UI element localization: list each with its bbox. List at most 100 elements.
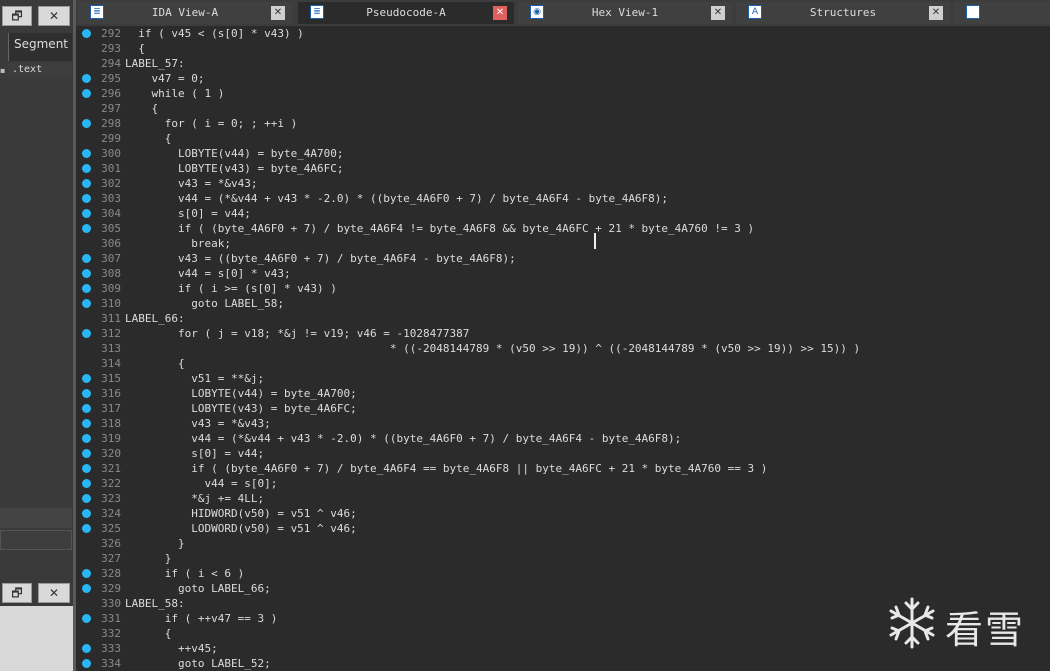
- breakpoint-dot-icon[interactable]: [82, 89, 91, 98]
- breakpoint-dot-icon[interactable]: [82, 119, 91, 128]
- breakpoint-dot-icon[interactable]: [82, 224, 91, 233]
- code-line[interactable]: 307 v43 = ((byte_4A6F0 + 7) / byte_4A6F4…: [76, 251, 1050, 266]
- code-text[interactable]: goto LABEL_66;: [125, 581, 271, 596]
- tab-overflow[interactable]: [954, 2, 1050, 24]
- breakpoint-dot-icon[interactable]: [82, 434, 91, 443]
- code-line[interactable]: 334 goto LABEL_52;: [76, 656, 1050, 671]
- code-text[interactable]: * ((-2048144789 * (v50 >> 19)) ^ ((-2048…: [125, 341, 860, 356]
- code-line[interactable]: 314 {: [76, 356, 1050, 371]
- code-text[interactable]: v43 = ((byte_4A6F0 + 7) / byte_4A6F4 - b…: [125, 251, 516, 266]
- breakpoint-dot-icon[interactable]: [82, 494, 91, 503]
- code-line[interactable]: 304 s[0] = v44;: [76, 206, 1050, 221]
- code-text[interactable]: v43 = *&v43;: [125, 416, 270, 431]
- code-line[interactable]: 296 while ( 1 ): [76, 86, 1050, 101]
- breakpoint-dot-icon[interactable]: [82, 329, 91, 338]
- code-line[interactable]: 313 * ((-2048144789 * (v50 >> 19)) ^ ((-…: [76, 341, 1050, 356]
- breakpoint-dot-icon[interactable]: [82, 479, 91, 488]
- code-line[interactable]: 328 if ( i < 6 ): [76, 566, 1050, 581]
- code-text[interactable]: LOBYTE(v43) = byte_4A6FC;: [125, 161, 344, 176]
- code-text[interactable]: while ( 1 ): [125, 86, 224, 101]
- close-icon[interactable]: ✕: [929, 6, 943, 20]
- code-text[interactable]: if ( (byte_4A6F0 + 7) / byte_4A6F4 != by…: [125, 221, 754, 236]
- code-line[interactable]: 327 }: [76, 551, 1050, 566]
- code-line[interactable]: 324 HIDWORD(v50) = v51 ^ v46;: [76, 506, 1050, 521]
- breakpoint-dot-icon[interactable]: [82, 404, 91, 413]
- code-line[interactable]: 293 {: [76, 41, 1050, 56]
- code-line[interactable]: 319 v44 = (*&v44 + v43 * -2.0) * ((byte_…: [76, 431, 1050, 446]
- code-text[interactable]: LODWORD(v50) = v51 ^ v46;: [125, 521, 357, 536]
- breakpoint-dot-icon[interactable]: [82, 194, 91, 203]
- close-window-button[interactable]: ✕: [38, 6, 70, 26]
- code-text[interactable]: LABEL_57:: [125, 56, 185, 71]
- code-text[interactable]: }: [125, 551, 172, 566]
- code-line[interactable]: 309 if ( i >= (s[0] * v43) ): [76, 281, 1050, 296]
- panel-field[interactable]: [0, 530, 72, 550]
- code-text[interactable]: {: [125, 626, 172, 641]
- code-line[interactable]: 318 v43 = *&v43;: [76, 416, 1050, 431]
- code-text[interactable]: v44 = (*&v44 + v43 * -2.0) * ((byte_4A6F…: [125, 191, 668, 206]
- close-icon[interactable]: ✕: [493, 6, 507, 20]
- code-text[interactable]: if ( i >= (s[0] * v43) ): [125, 281, 337, 296]
- close-window-button-2[interactable]: ✕: [38, 583, 70, 603]
- breakpoint-dot-icon[interactable]: [82, 254, 91, 263]
- breakpoint-dot-icon[interactable]: [82, 284, 91, 293]
- restore-window-button-2[interactable]: 🗗: [2, 583, 32, 603]
- code-text[interactable]: {: [125, 356, 185, 371]
- code-line[interactable]: 305 if ( (byte_4A6F0 + 7) / byte_4A6F4 !…: [76, 221, 1050, 236]
- code-line[interactable]: 320 s[0] = v44;: [76, 446, 1050, 461]
- code-text[interactable]: LOBYTE(v44) = byte_4A700;: [125, 146, 344, 161]
- tab-ida-view-a[interactable]: ≣ IDA View-A ✕: [78, 2, 292, 24]
- breakpoint-dot-icon[interactable]: [82, 179, 91, 188]
- code-text[interactable]: v47 = 0;: [125, 71, 204, 86]
- code-text[interactable]: v44 = s[0];: [125, 476, 277, 491]
- code-line[interactable]: 311 LABEL_66:: [76, 311, 1050, 326]
- breakpoint-dot-icon[interactable]: [82, 209, 91, 218]
- breakpoint-dot-icon[interactable]: [82, 659, 91, 668]
- code-text[interactable]: LOBYTE(v43) = byte_4A6FC;: [125, 401, 357, 416]
- breakpoint-dot-icon[interactable]: [82, 74, 91, 83]
- breakpoint-dot-icon[interactable]: [82, 389, 91, 398]
- breakpoint-dot-icon[interactable]: [82, 449, 91, 458]
- code-text[interactable]: v51 = **&j;: [125, 371, 264, 386]
- breakpoint-dot-icon[interactable]: [82, 419, 91, 428]
- tab-hex-view-1[interactable]: ◉ Hex View-1 ✕: [518, 2, 732, 24]
- code-text[interactable]: break;: [125, 236, 231, 251]
- code-line[interactable]: 308 v44 = s[0] * v43;: [76, 266, 1050, 281]
- code-text[interactable]: goto LABEL_52;: [125, 656, 271, 671]
- tab-structures[interactable]: A Structures ✕: [736, 2, 950, 24]
- code-line[interactable]: 316 LOBYTE(v44) = byte_4A700;: [76, 386, 1050, 401]
- code-line[interactable]: 306 break;: [76, 236, 1050, 251]
- code-text[interactable]: if ( (byte_4A6F0 + 7) / byte_4A6F4 == by…: [125, 461, 767, 476]
- code-line[interactable]: 312 for ( j = v18; *&j != v19; v46 = -10…: [76, 326, 1050, 341]
- code-line[interactable]: 326 }: [76, 536, 1050, 551]
- code-text[interactable]: {: [125, 131, 172, 146]
- code-text[interactable]: *&j += 4LL;: [125, 491, 264, 506]
- breakpoint-dot-icon[interactable]: [82, 299, 91, 308]
- code-text[interactable]: LABEL_58:: [125, 596, 185, 611]
- code-line[interactable]: 303 v44 = (*&v44 + v43 * -2.0) * ((byte_…: [76, 191, 1050, 206]
- breakpoint-dot-icon[interactable]: [82, 524, 91, 533]
- code-text[interactable]: if ( v45 < (s[0] * v43) ): [125, 26, 304, 41]
- code-line[interactable]: 310 goto LABEL_58;: [76, 296, 1050, 311]
- code-text[interactable]: if ( i < 6 ): [125, 566, 244, 581]
- breakpoint-dot-icon[interactable]: [82, 149, 91, 158]
- code-text[interactable]: {: [125, 41, 145, 56]
- breakpoint-dot-icon[interactable]: [82, 464, 91, 473]
- code-line[interactable]: 315 v51 = **&j;: [76, 371, 1050, 386]
- breakpoint-dot-icon[interactable]: [82, 374, 91, 383]
- code-line[interactable]: 325 LODWORD(v50) = v51 ^ v46;: [76, 521, 1050, 536]
- code-text[interactable]: for ( i = 0; ; ++i ): [125, 116, 297, 131]
- code-line[interactable]: 302 v43 = *&v43;: [76, 176, 1050, 191]
- close-icon[interactable]: ✕: [271, 6, 285, 20]
- code-text[interactable]: v44 = s[0] * v43;: [125, 266, 291, 281]
- code-text[interactable]: for ( j = v18; *&j != v19; v46 = -102847…: [125, 326, 469, 341]
- code-text[interactable]: {: [125, 101, 158, 116]
- code-text[interactable]: v43 = *&v43;: [125, 176, 257, 191]
- code-text[interactable]: }: [125, 536, 185, 551]
- segment-row-text[interactable]: .text: [8, 63, 72, 77]
- code-line[interactable]: 292 if ( v45 < (s[0] * v43) ): [76, 26, 1050, 41]
- code-line[interactable]: 321 if ( (byte_4A6F0 + 7) / byte_4A6F4 =…: [76, 461, 1050, 476]
- code-text[interactable]: s[0] = v44;: [125, 206, 251, 221]
- code-line[interactable]: 301 LOBYTE(v43) = byte_4A6FC;: [76, 161, 1050, 176]
- code-line[interactable]: 300 LOBYTE(v44) = byte_4A700;: [76, 146, 1050, 161]
